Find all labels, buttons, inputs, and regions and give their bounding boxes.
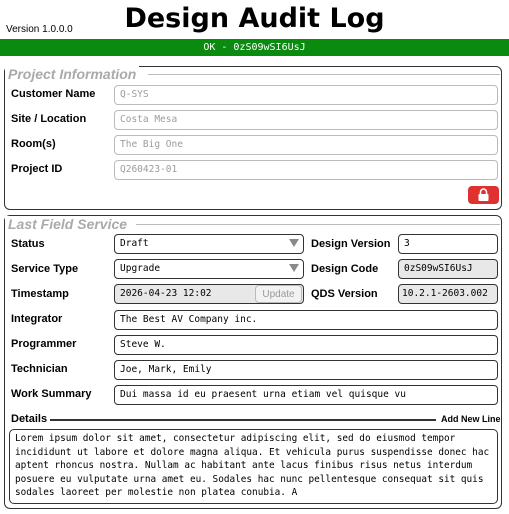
work-summary-field[interactable]: Dui massa id eu praesent urna etiam vel … xyxy=(114,385,498,405)
service-type-label: Service Type xyxy=(11,263,79,275)
technician-field[interactable]: Joe, Mark, Emily xyxy=(114,360,498,380)
service-type-value: Upgrade xyxy=(120,263,161,274)
add-new-line-button[interactable]: Add New Line xyxy=(441,414,501,424)
site-location-label: Site / Location xyxy=(11,113,87,125)
status-bar: OK - 0zS09wSI6UsJ xyxy=(0,39,509,56)
details-divider xyxy=(50,419,436,421)
status-select[interactable]: Draft xyxy=(114,234,304,254)
integrator-label: Integrator xyxy=(11,313,63,325)
qds-version-label: QDS Version xyxy=(311,288,378,300)
programmer-field[interactable]: Steve W. xyxy=(114,335,498,355)
integrator-field[interactable]: The Best AV Company inc. xyxy=(114,310,498,330)
technician-label: Technician xyxy=(11,363,68,375)
chevron-down-icon xyxy=(289,239,299,247)
timestamp-label: Timestamp xyxy=(11,288,69,300)
design-version-field[interactable]: 3 xyxy=(398,234,498,254)
last-field-service-legend: Last Field Service xyxy=(5,216,131,232)
customer-name-label: Customer Name xyxy=(11,88,96,100)
lock-icon xyxy=(478,188,489,201)
design-code-field[interactable]: 0zS09wSI6UsJ xyxy=(398,259,498,279)
rooms-label: Room(s) xyxy=(11,138,56,150)
design-code-label: Design Code xyxy=(311,263,379,275)
service-type-select[interactable]: Upgrade xyxy=(114,259,304,279)
rooms-field[interactable]: The Big One xyxy=(114,135,498,155)
design-version-label: Design Version xyxy=(311,238,391,250)
legend-divider xyxy=(136,224,500,225)
legend-divider xyxy=(148,74,500,75)
project-information-legend: Project Information xyxy=(5,66,140,82)
page-title: Design Audit Log xyxy=(124,3,385,34)
customer-name-field[interactable]: Q-SYS xyxy=(114,85,498,105)
update-button[interactable]: Update xyxy=(255,285,302,303)
status-value: Draft xyxy=(120,238,149,249)
work-summary-label: Work Summary xyxy=(11,388,92,400)
chevron-down-icon xyxy=(289,264,299,272)
status-label: Status xyxy=(11,238,45,250)
qds-version-field[interactable]: 10.2.1-2603.002 xyxy=(398,284,498,304)
details-label: Details xyxy=(11,413,48,425)
project-id-field[interactable]: Q260423-01 xyxy=(114,160,498,180)
site-location-field[interactable]: Costa Mesa xyxy=(114,110,498,130)
project-id-label: Project ID xyxy=(11,163,63,175)
programmer-label: Programmer xyxy=(11,338,77,350)
details-textarea[interactable]: Lorem ipsum dolor sit amet, consectetur … xyxy=(9,429,498,504)
lock-button[interactable] xyxy=(468,186,499,204)
